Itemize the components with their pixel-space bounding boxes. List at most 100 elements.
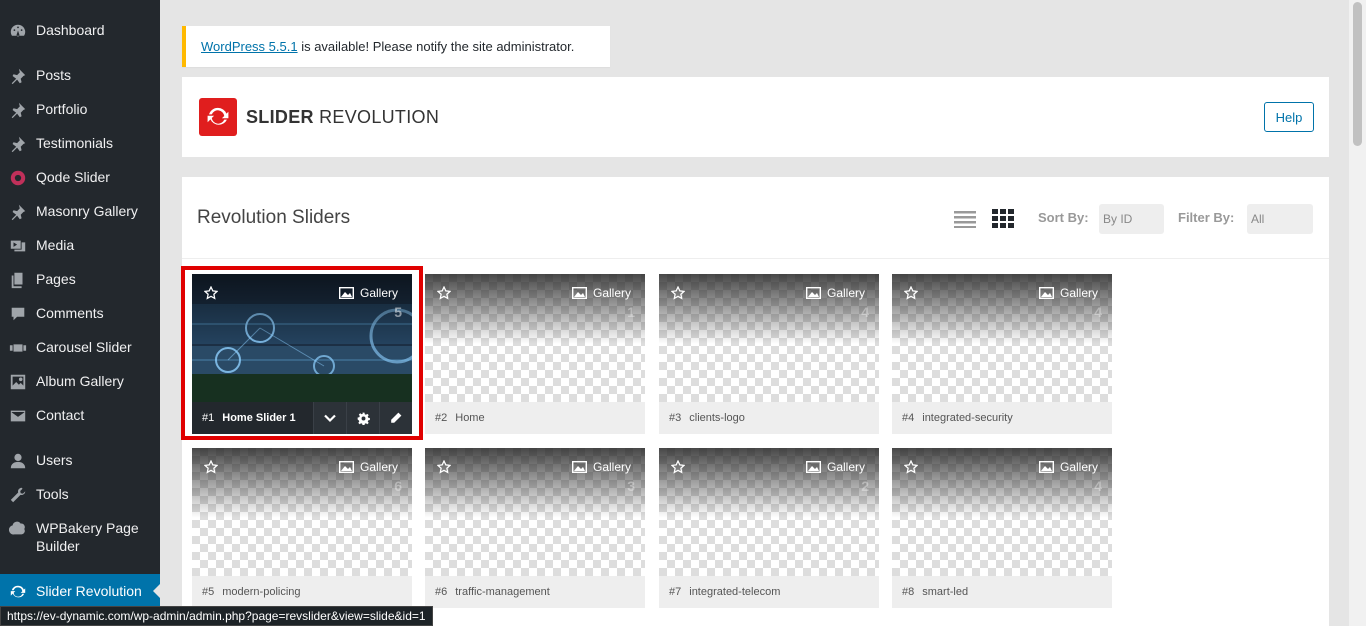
slider-type-label: Gallery <box>1059 460 1098 474</box>
sort-by-select[interactable]: By ID <box>1099 204 1164 234</box>
slider-type-label: Gallery <box>826 286 865 300</box>
slider-card[interactable]: Gallery 4 #3 clients-logo <box>659 274 879 434</box>
dashboard-icon <box>0 21 36 40</box>
sidebar-item-testimonials[interactable]: Testimonials <box>0 134 160 153</box>
favorite-star-icon[interactable] <box>903 459 919 477</box>
browser-status-bar: https://ev-dynamic.com/wp-admin/admin.ph… <box>0 606 433 626</box>
slide-count: 6 <box>394 478 402 494</box>
gear-icon <box>357 412 370 425</box>
slider-id: #5 <box>202 586 215 598</box>
slider-name: modern-policing <box>222 586 301 598</box>
edit-button[interactable] <box>379 402 412 434</box>
slider-type: Gallery <box>571 286 631 300</box>
list-view-icon[interactable] <box>954 210 976 228</box>
media-icon <box>0 236 36 255</box>
favorite-star-icon[interactable] <box>436 285 452 303</box>
sidebar-item-contact[interactable]: Contact <box>0 406 160 425</box>
sidebar-item-posts[interactable]: Posts <box>0 66 160 85</box>
settings-button[interactable] <box>346 402 379 434</box>
pin-icon <box>0 66 36 85</box>
slider-card[interactable]: Gallery 1 #2 Home <box>425 274 645 434</box>
scrollbar-thumb[interactable] <box>1353 2 1362 146</box>
refresh-icon <box>0 582 36 601</box>
slide-count: 5 <box>394 304 402 320</box>
slider-card[interactable]: Gallery 5 #1 Home Slider 1 <box>192 274 412 434</box>
sidebar-item-label: Dashboard <box>36 22 105 38</box>
grid-view-icon[interactable] <box>992 209 1014 228</box>
plugin-header: SLIDER REVOLUTION Help <box>182 77 1329 157</box>
slider-id: #6 <box>435 586 448 598</box>
favorite-star-icon[interactable] <box>203 285 219 303</box>
sidebar-item-label: Media <box>36 237 75 253</box>
slider-card[interactable]: Gallery 3 #6 traffic-management <box>425 448 645 608</box>
slide-count: 2 <box>861 478 869 494</box>
sidebar-item-users[interactable]: Users <box>0 451 160 470</box>
sort-by-label: Sort By: <box>1038 210 1089 225</box>
wrench-icon <box>0 485 36 504</box>
slider-id: #1 <box>202 412 215 424</box>
favorite-star-icon[interactable] <box>670 285 686 303</box>
dropdown-chevron-button[interactable] <box>313 402 346 434</box>
sidebar-item-slider-revolution[interactable]: Slider Revolution <box>0 574 161 608</box>
sidebar-item-pages[interactable]: Pages <box>0 270 160 289</box>
sidebar-item-label: WPBakery Page Builder <box>36 520 139 554</box>
slider-id: #7 <box>669 586 682 598</box>
image-icon <box>571 287 587 299</box>
slider-name: integrated-telecom <box>689 586 781 598</box>
image-icon <box>338 287 354 299</box>
sidebar-item-tools[interactable]: Tools <box>0 485 160 504</box>
slider-card[interactable]: Gallery 4 #8 smart-led <box>892 448 1112 608</box>
mail-icon <box>0 406 36 425</box>
favorite-star-icon[interactable] <box>903 285 919 303</box>
slider-card-footer: #5 modern-policing <box>192 576 412 608</box>
image-icon <box>805 461 821 473</box>
sidebar-item-qode-slider[interactable]: Qode Slider <box>0 168 160 187</box>
sidebar-item-comments[interactable]: Comments <box>0 304 160 323</box>
image-icon <box>1038 287 1054 299</box>
help-button[interactable]: Help <box>1264 102 1314 132</box>
sidebar-item-label: Testimonials <box>36 135 114 151</box>
slider-card[interactable]: Gallery 4 #4 integrated-security <box>892 274 1112 434</box>
sidebar-item-label: Posts <box>36 67 72 83</box>
sidebar-item-portfolio[interactable]: Portfolio <box>0 100 160 119</box>
slider-name: smart-led <box>922 586 969 598</box>
chevron-down-icon <box>324 414 336 423</box>
wordpress-update-link[interactable]: WordPress 5.5.1 <box>201 39 298 54</box>
sidebar-item-label: Slider Revolution <box>36 583 142 599</box>
slider-name: integrated-security <box>922 412 1013 424</box>
user-icon <box>0 451 36 470</box>
sidebar-item-media[interactable]: Media <box>0 236 160 255</box>
slider-id: #8 <box>902 586 915 598</box>
slide-count: 3 <box>627 478 635 494</box>
slide-count: 4 <box>861 304 869 320</box>
favorite-star-icon[interactable] <box>670 459 686 477</box>
sidebar-item-carousel-slider[interactable]: Carousel Slider <box>0 338 160 357</box>
notice-text: is available! Please notify the site adm… <box>297 39 575 54</box>
slider-id: #3 <box>669 412 682 424</box>
image-icon <box>805 287 821 299</box>
sidebar-item-label: Tools <box>36 486 69 502</box>
slider-card-footer: #3 clients-logo <box>659 402 879 434</box>
slider-card[interactable]: Gallery 6 #5 modern-policing <box>192 448 412 608</box>
sidebar-item-album-gallery[interactable]: Album Gallery <box>0 372 160 391</box>
slider-type: Gallery <box>805 460 865 474</box>
favorite-star-icon[interactable] <box>203 459 219 477</box>
slider-type: Gallery <box>571 460 631 474</box>
sidebar-item-wpbakery[interactable]: WPBakery Page Builder <box>0 519 160 555</box>
slider-type-label: Gallery <box>592 286 631 300</box>
favorite-star-icon[interactable] <box>436 459 452 477</box>
image-icon <box>571 461 587 473</box>
slider-type: Gallery <box>338 460 398 474</box>
filter-by-select[interactable]: All <box>1247 204 1313 234</box>
slider-type: Gallery <box>805 286 865 300</box>
slider-type: Gallery <box>338 286 398 300</box>
sidebar-item-dashboard[interactable]: Dashboard <box>0 21 160 40</box>
sidebar-item-label: Users <box>36 452 73 468</box>
slider-type-label: Gallery <box>1059 286 1098 300</box>
slider-actions <box>313 402 412 434</box>
slider-id: #4 <box>902 412 915 424</box>
page-scrollbar[interactable] <box>1349 0 1366 626</box>
slider-card[interactable]: Gallery 2 #7 integrated-telecom <box>659 448 879 608</box>
sidebar-item-masonry-gallery[interactable]: Masonry Gallery <box>0 202 160 221</box>
pin-icon <box>0 100 36 119</box>
